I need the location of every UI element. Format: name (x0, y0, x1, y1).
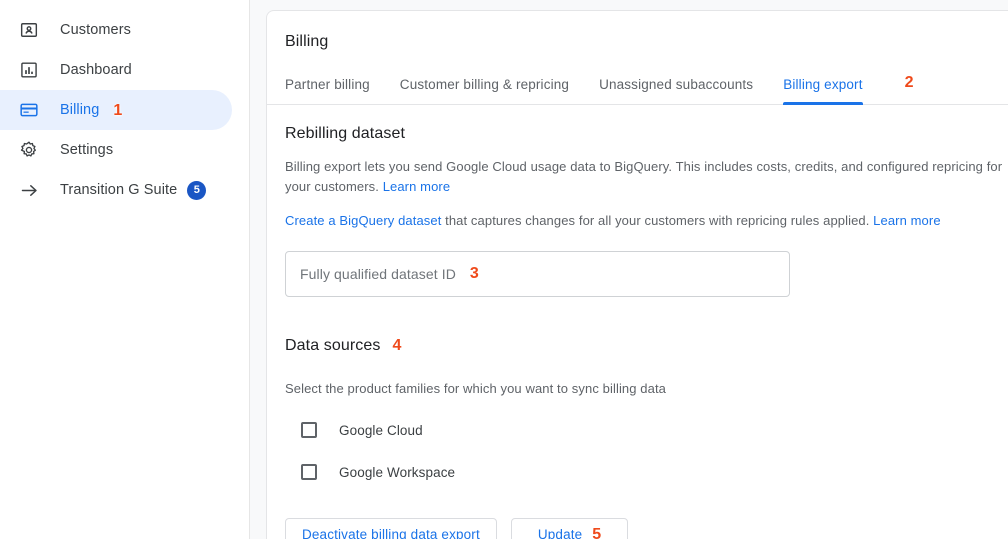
sidebar-item-label: Dashboard (60, 62, 132, 78)
billing-export-content: Rebilling dataset Billing export lets yo… (267, 105, 1008, 539)
sidebar-badge-count: 5 (187, 180, 207, 200)
learn-more-link-1[interactable]: Learn more (383, 179, 450, 194)
sidebar-item-dashboard[interactable]: Dashboard (0, 50, 232, 90)
annotation-marker-1: 1 (113, 102, 123, 119)
checkbox-label: Google Cloud (339, 422, 423, 438)
tab-label: Billing export (783, 77, 863, 92)
action-button-row: Deactivate billing data export Update 5 (285, 518, 1008, 539)
billing-card: Billing Partner billing Customer billing… (266, 10, 1008, 539)
sidebar-item-label: Transition G Suite (60, 182, 178, 198)
bigquery-description-text: that captures changes for all your custo… (441, 213, 874, 228)
credit-card-icon (18, 99, 40, 121)
tab-partner-billing[interactable]: Partner billing (285, 77, 370, 104)
checkbox-label: Google Workspace (339, 464, 456, 480)
gear-icon (18, 139, 40, 161)
deactivate-button-label: Deactivate billing data export (302, 527, 480, 539)
annotation-marker-3: 3 (469, 265, 479, 282)
main-area: Billing Partner billing Customer billing… (250, 0, 1008, 539)
rebilling-dataset-heading: Rebilling dataset (285, 125, 405, 142)
deactivate-billing-data-export-button[interactable]: Deactivate billing data export (285, 518, 497, 539)
tab-label: Customer billing & repricing (399, 77, 570, 92)
tab-bar: Partner billing Customer billing & repri… (267, 61, 1008, 105)
tab-billing-export[interactable]: Billing export (783, 77, 864, 105)
create-bigquery-dataset-link[interactable]: Create a BigQuery dataset (285, 213, 441, 228)
tab-label: Partner billing (285, 77, 370, 92)
checkbox-row-google-cloud[interactable]: Google Cloud (285, 422, 423, 438)
tab-label: Unassigned subaccounts (599, 77, 754, 92)
checkbox-google-workspace[interactable] (301, 464, 317, 480)
checkbox-row-google-workspace[interactable]: Google Workspace (285, 464, 455, 480)
bigquery-dataset-description: Create a BigQuery dataset that captures … (285, 211, 1008, 231)
sidebar-item-settings[interactable]: Settings (0, 130, 232, 170)
annotation-marker-4: 4 (392, 337, 402, 354)
sidebar-item-customers[interactable]: Customers (0, 10, 232, 50)
sidebar-item-label: Customers (60, 22, 131, 38)
rebilling-description: Billing export lets you send Google Clou… (285, 157, 1008, 197)
dataset-id-input[interactable]: Fully qualified dataset ID 3 (285, 251, 790, 297)
arrow-right-icon (18, 179, 40, 201)
update-button-label: Update (537, 527, 583, 539)
contact-card-icon (18, 19, 40, 41)
update-button[interactable]: Update 5 (510, 518, 629, 539)
checkbox-google-cloud[interactable] (301, 422, 317, 438)
tab-unassigned-subaccounts[interactable]: Unassigned subaccounts (599, 77, 753, 104)
bar-chart-icon (18, 59, 40, 81)
tab-customer-billing-repricing[interactable]: Customer billing & repricing (400, 77, 569, 104)
dataset-id-placeholder: Fully qualified dataset ID (300, 266, 456, 282)
sidebar-item-transition-g-suite[interactable]: Transition G Suite 5 (0, 170, 232, 210)
sidebar-item-billing[interactable]: Billing 1 (0, 90, 232, 130)
app-root: Customers Dashboard Billing 1 Settings T… (0, 0, 1008, 539)
page-title: Billing (285, 33, 329, 50)
data-sources-heading: Data sources (285, 337, 381, 354)
annotation-marker-2: 2 (904, 74, 914, 91)
sidebar-item-label: Settings (60, 142, 114, 158)
data-sources-section: Data sources 4 Select the product familie… (285, 337, 1008, 480)
learn-more-link-2[interactable]: Learn more (873, 213, 940, 228)
sidebar-item-label: Billing (60, 102, 100, 118)
sidebar: Customers Dashboard Billing 1 Settings T… (0, 0, 250, 539)
data-sources-subtitle: Select the product families for which yo… (285, 381, 667, 396)
annotation-marker-5: 5 (592, 525, 602, 539)
